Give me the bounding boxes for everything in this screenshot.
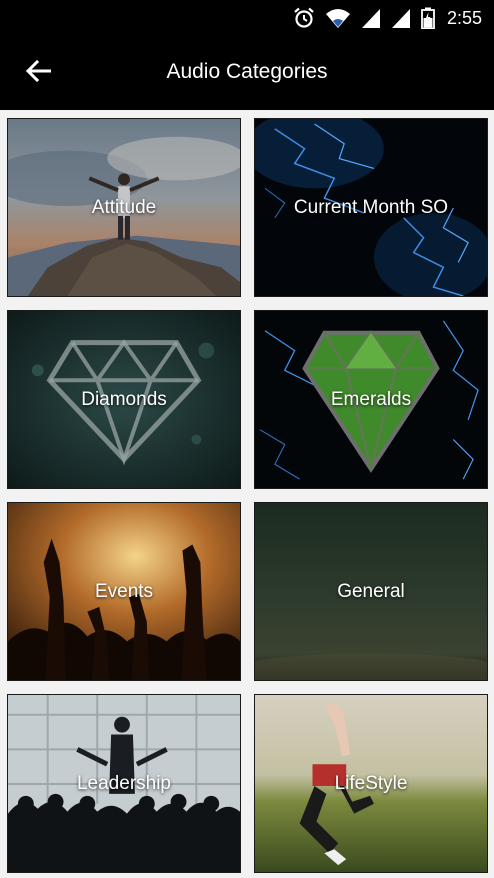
signal-icon bbox=[361, 7, 381, 29]
status-time: 2:55 bbox=[446, 7, 482, 28]
category-label: General bbox=[337, 580, 405, 602]
alarm-icon bbox=[293, 7, 315, 29]
category-tile-lifestyle[interactable]: LifeStyle bbox=[254, 694, 488, 873]
category-tile-leadership[interactable]: Leadership bbox=[7, 694, 241, 873]
wifi-icon bbox=[325, 7, 351, 29]
page-title: Audio Categories bbox=[166, 60, 328, 83]
category-tile-events[interactable]: Events bbox=[7, 502, 241, 681]
category-label: Events bbox=[94, 580, 154, 602]
category-tile-general[interactable]: General bbox=[254, 502, 488, 681]
category-grid: Attitude Current Month SO Diamonds Emera… bbox=[0, 110, 494, 878]
category-tile-attitude[interactable]: Attitude bbox=[7, 118, 241, 297]
category-label: Diamonds bbox=[81, 388, 167, 410]
category-label: Current Month SO bbox=[293, 196, 449, 218]
category-label: Leadership bbox=[76, 772, 172, 794]
category-label: LifeStyle bbox=[334, 772, 408, 794]
category-tile-current-month-so[interactable]: Current Month SO bbox=[254, 118, 488, 297]
app-bar: Audio Categories bbox=[0, 36, 494, 110]
battery-icon bbox=[421, 7, 435, 29]
category-label: Attitude bbox=[91, 196, 157, 218]
status-icons: 2:55 bbox=[293, 6, 482, 30]
category-label: Emeralds bbox=[330, 388, 412, 410]
category-tile-diamonds[interactable]: Diamonds bbox=[7, 310, 241, 489]
signal-icon bbox=[391, 7, 411, 29]
category-tile-emeralds[interactable]: Emeralds bbox=[254, 310, 488, 489]
status-bar: 2:55 bbox=[0, 0, 494, 36]
